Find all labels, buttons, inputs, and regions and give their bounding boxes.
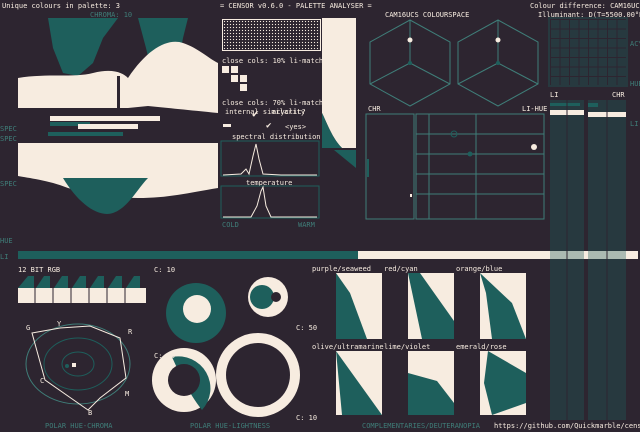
unique-colours-count: Unique colours in palette: 3: [2, 2, 121, 10]
app-title: = CENSOR v0.6.0 - PALETTE ANALYSER =: [220, 2, 372, 10]
side-label: SPEC: [0, 135, 17, 143]
pair-label: orange/blue: [456, 265, 503, 273]
close-cols-10-label: close cols: 10% li-match: [222, 57, 324, 65]
acyclic-value: <yes>: [285, 123, 307, 131]
bit-rgb-label: 12 BIT RGB: [18, 266, 61, 274]
li-hue-label: LI-HUE: [522, 105, 548, 113]
side-label: SPEC: [0, 125, 17, 133]
right-side-labels: ACYCLIC HUE LI: [630, 20, 640, 260]
polar-letter-r: R: [128, 328, 133, 336]
chr-right-label: CHR: [612, 91, 625, 99]
side-label: HUE: [630, 80, 640, 88]
chroma-lightness-hue-plot: [365, 113, 545, 220]
polar-hue-lightness-rings: [152, 277, 300, 417]
polar-letter-c: C: [40, 377, 45, 385]
li-chr-bars: [550, 100, 626, 420]
pair-label: red/cyan: [384, 265, 418, 273]
polar-letter-m: M: [125, 390, 130, 398]
left-side-labels: SPEC SPEC SPEC HUE LI: [0, 15, 18, 265]
palette-grid-cells: [550, 19, 626, 85]
close-cols-10-grid: [222, 66, 247, 91]
li-label: LI: [550, 91, 559, 99]
warm-label: WARM: [298, 221, 315, 229]
check-icon: ✔: [252, 107, 259, 120]
close-cols-70-label: close cols: 70% li-match: [222, 99, 324, 107]
side-label: HUE: [0, 237, 13, 245]
hue-lightness-spectrum: [18, 18, 218, 248]
complementaries-label: COMPLEMENTARIES/DEUTERANOPIA: [362, 422, 481, 430]
side-label: SPEC: [0, 180, 17, 188]
cam16ucs-label: CAM16UCS COLOURSPACE: [385, 11, 470, 19]
polar-hue-chroma-label: POLAR HUE-CHROMA: [45, 422, 113, 430]
polar-letter-y: Y: [57, 320, 62, 328]
colourspace-hexagons: [369, 19, 539, 107]
side-label: LI: [0, 253, 9, 261]
pair-label: purple/seaweed: [312, 265, 372, 273]
side-label: LI: [630, 120, 639, 128]
complementaries-panels: [336, 273, 526, 415]
cold-label: COLD: [222, 221, 239, 229]
chroma-50-label-b: C: 50: [154, 352, 176, 360]
spectral-plot: [220, 140, 320, 177]
colour-difference-label: Colour difference: CAM16UCS: [530, 2, 640, 10]
dot-grid: [222, 19, 321, 51]
rgb-strip: [18, 276, 146, 303]
polar-letter-g: G: [26, 324, 31, 332]
side-label: ACYCLIC: [630, 40, 640, 48]
polar-letter-b: B: [88, 409, 93, 417]
github-link[interactable]: https://github.com/Quickmarble/censor: [494, 422, 640, 430]
temperature-plot: [220, 185, 320, 219]
polar-hue-lightness-label: POLAR HUE-LIGHTNESS: [190, 422, 271, 430]
lightness-column: [322, 18, 356, 168]
chroma-10-label: C: 10: [154, 266, 176, 274]
chr-label: CHR: [368, 105, 381, 113]
spectral-distribution-label: spectral distribution: [232, 133, 321, 141]
chroma-10-label-b: C: 10: [296, 414, 318, 422]
check-icon: ✔: [266, 121, 272, 131]
acyclic-label: acyclic?: [272, 108, 306, 116]
similarity-bar: [223, 124, 231, 127]
